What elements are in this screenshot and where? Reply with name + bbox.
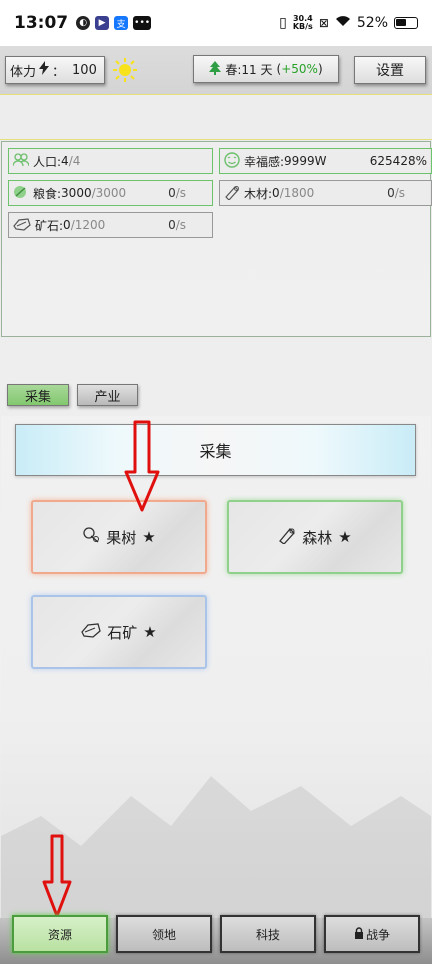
gather-header: 采集 xyxy=(15,424,416,476)
red-down-arrow-icon xyxy=(124,420,160,512)
wifi-icon xyxy=(335,15,351,31)
media-notification-icon: ▶ xyxy=(95,16,110,30)
food-rate: 0/s xyxy=(168,186,186,200)
smiley-icon xyxy=(224,151,240,171)
more-notifications-icon: ••• xyxy=(133,16,152,30)
ore-value: 0/1200 xyxy=(63,218,106,232)
red-down-arrow-icon xyxy=(42,834,72,918)
nav-territory[interactable]: 领地 xyxy=(116,915,212,953)
ore-label: 矿石: xyxy=(35,218,64,233)
season-bonus: (+50%) xyxy=(276,62,323,76)
ore-rate: 0/s xyxy=(168,218,186,232)
sim-icon: ⊠ xyxy=(318,16,329,30)
season-display: 春:11 天 (+50%) xyxy=(193,55,339,83)
happiness-value: 9999W xyxy=(284,154,327,168)
battery-icon xyxy=(394,17,418,29)
tab-gather[interactable]: 采集 xyxy=(7,384,69,406)
food-value: 3000/3000 xyxy=(61,186,127,200)
ore-stat: 矿石: 0/1200 0/s xyxy=(8,212,213,238)
top-bar: 体力 ： 100 春:11 天 (+50%) 设置 xyxy=(0,46,432,94)
lightning-icon xyxy=(39,61,50,79)
nav-resources[interactable]: 资源 xyxy=(12,915,108,953)
wood-rate: 0/s xyxy=(387,186,405,200)
tab-industry[interactable]: 产业 xyxy=(77,384,138,406)
forest-star: ★ xyxy=(338,528,352,546)
population-stat: 人口: 4/4 xyxy=(8,148,213,174)
wood-log-icon xyxy=(278,526,296,548)
status-bar: 13:07 ◐ ▶ 支 ••• ▯ 30.4 KB/s ⊠ 52% xyxy=(0,0,432,46)
vibrate-icon: ▯ xyxy=(279,15,287,31)
happiness-stat: 幸福感: 9999W 625428% xyxy=(219,148,432,174)
status-icons: ▯ 30.4 KB/s ⊠ 52% xyxy=(279,15,418,31)
lock-icon xyxy=(354,926,364,942)
people-icon xyxy=(12,152,30,170)
nav-war-label: 战争 xyxy=(365,927,390,942)
stone-mine-card[interactable]: 石矿 ★ xyxy=(31,595,207,669)
fruit-tree-star: ★ xyxy=(142,528,156,546)
fruit-tree-icon xyxy=(82,526,100,548)
stone-mine-star: ★ xyxy=(143,623,157,641)
fruit-tree-card[interactable]: 果树 ★ xyxy=(31,500,207,574)
stone-mine-label: 石矿 xyxy=(107,623,138,642)
wood-stat: 木材: 0/1800 0/s xyxy=(219,180,432,206)
happiness-percent: 625428% xyxy=(369,154,427,168)
ore-stone-icon xyxy=(13,217,31,234)
grain-icon xyxy=(13,184,29,203)
happiness-label: 幸福感: xyxy=(244,154,285,169)
notice-band xyxy=(0,94,432,140)
stamina-separator: ： xyxy=(52,64,66,80)
population-label: 人口: xyxy=(33,154,62,169)
nav-territory-label: 领地 xyxy=(151,927,176,942)
stamina-label: 体力 xyxy=(10,64,37,80)
wood-log-icon xyxy=(224,184,240,203)
forest-card[interactable]: 森林 ★ xyxy=(227,500,403,574)
wood-value: 0/1800 xyxy=(272,186,315,200)
settings-button[interactable]: 设置 xyxy=(354,56,426,84)
food-stat: 粮食: 3000/3000 0/s xyxy=(8,180,213,206)
stamina-value: 100 xyxy=(72,62,97,78)
sun-icon xyxy=(113,58,137,82)
wood-label: 木材: xyxy=(244,186,273,201)
population-value: 4/4 xyxy=(61,154,81,168)
season-label: 春:11 天 xyxy=(225,62,273,77)
nav-war[interactable]: 战争 xyxy=(324,915,420,953)
stamina-display: 体力 ： 100 xyxy=(5,56,105,84)
forest-label: 森林 xyxy=(302,528,333,547)
nav-technology-label: 科技 xyxy=(255,927,280,942)
food-label: 粮食: xyxy=(33,186,62,201)
clock: 13:07 xyxy=(14,13,69,33)
ore-stone-icon xyxy=(81,622,102,642)
alipay-notification-icon: 支 xyxy=(114,16,129,30)
battery-percent: 52% xyxy=(356,15,388,31)
network-speed: 30.4 KB/s xyxy=(292,14,313,31)
nav-technology[interactable]: 科技 xyxy=(220,915,316,953)
fruit-tree-label: 果树 xyxy=(106,528,137,547)
app-notification-icon: ◐ xyxy=(76,16,91,30)
stats-panel: 人口: 4/4 幸福感: 9999W 625428% 粮食: 3000/3000… xyxy=(1,141,432,337)
nav-resources-label: 资源 xyxy=(47,927,72,942)
pine-tree-icon xyxy=(209,60,222,78)
